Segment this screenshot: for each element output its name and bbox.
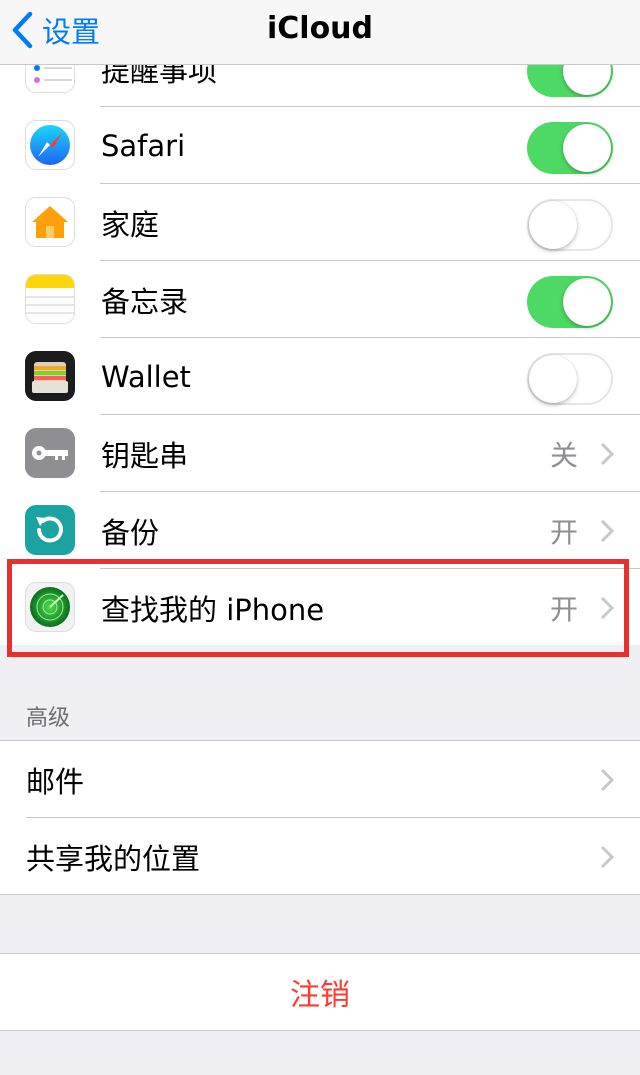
section-header-advanced: 高级 [26, 706, 71, 731]
backup-status: 开 [549, 515, 578, 549]
chevron-right-icon [600, 845, 614, 869]
row-mail[interactable]: 邮件 [0, 741, 640, 818]
row-label: 备忘录 [101, 284, 189, 319]
chevron-right-icon [600, 442, 614, 466]
row-label: 备份 [101, 515, 160, 550]
backup-icon [25, 505, 75, 555]
keychain-status: 关 [549, 438, 578, 472]
row-notes[interactable]: 备忘录 [0, 261, 640, 338]
row-label: Safari [101, 128, 186, 163]
sign-out-button[interactable]: 注销 [0, 953, 640, 1031]
home-icon [25, 197, 75, 247]
navigation-bar: 设置 iCloud [0, 0, 640, 65]
row-label: 共享我的位置 [26, 841, 201, 876]
highlight-box [7, 559, 629, 657]
safari-icon [25, 120, 75, 170]
row-label: Wallet [101, 359, 191, 394]
row-label: 邮件 [26, 764, 85, 799]
chevron-right-icon [600, 768, 614, 792]
page-title: iCloud [266, 10, 374, 46]
wallet-icon [25, 351, 75, 401]
notes-toggle[interactable] [527, 276, 613, 328]
row-keychain[interactable]: 钥匙串 关 [0, 415, 640, 492]
keychain-icon [25, 428, 75, 478]
row-label: 家庭 [101, 207, 160, 242]
advanced-list: 邮件 共享我的位置 [0, 740, 640, 895]
home-toggle[interactable] [527, 199, 613, 251]
wallet-toggle[interactable] [527, 353, 613, 405]
row-backup[interactable]: 备份 开 [0, 492, 640, 569]
safari-toggle[interactable] [527, 122, 613, 174]
apps-list: 提醒事项 Safari 家庭 备忘录 Wallet 钥匙串 关 备份 开 查找我… [0, 30, 640, 645]
row-home[interactable]: 家庭 [0, 184, 640, 261]
chevron-right-icon [600, 519, 614, 543]
row-share-my-location[interactable]: 共享我的位置 [0, 818, 640, 895]
row-label: 钥匙串 [101, 438, 189, 473]
row-wallet[interactable]: Wallet [0, 338, 640, 415]
notes-icon [25, 274, 75, 324]
row-safari[interactable]: Safari [0, 107, 640, 184]
